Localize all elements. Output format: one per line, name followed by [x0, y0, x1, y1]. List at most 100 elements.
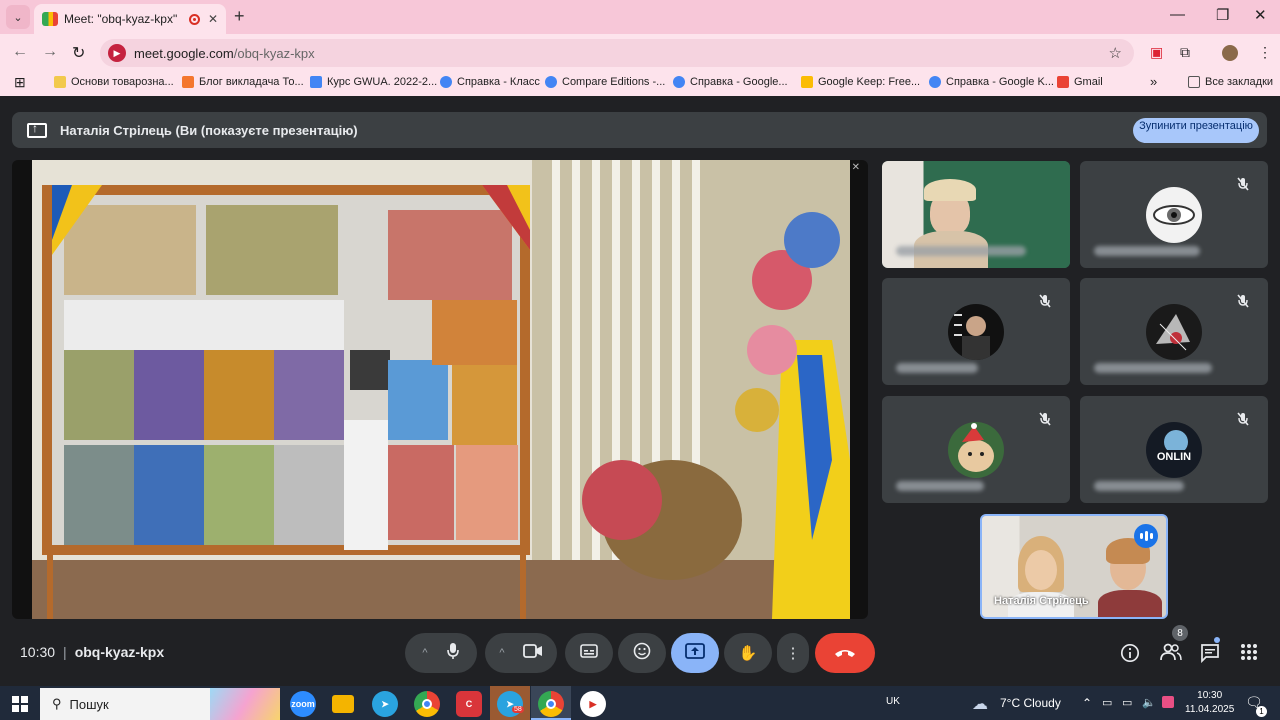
- bookmark-item[interactable]: Google Keep: Free...: [801, 76, 920, 88]
- bookmark-item[interactable]: Справка - Класс: [440, 76, 540, 88]
- reload-button[interactable]: ↻: [72, 43, 85, 63]
- presenting-text: Наталія Стрілець (Ви (показуєте презента…: [60, 122, 358, 138]
- bookmark-item[interactable]: Справка - Google K...: [929, 76, 1054, 88]
- captions-button[interactable]: [565, 633, 613, 673]
- site-info-icon[interactable]: ▶: [108, 44, 126, 62]
- muted-mic-icon: [1232, 290, 1254, 312]
- tab-search-button[interactable]: ⌄: [6, 5, 30, 29]
- chrome-icon[interactable]: [414, 691, 440, 717]
- bookmark-star-icon[interactable]: ☆: [1109, 44, 1122, 62]
- all-bookmarks-folder[interactable]: Все закладки: [1188, 76, 1273, 88]
- raise-hand-button[interactable]: ✋: [724, 633, 772, 673]
- tab-strip: ⌄ Meet: "obq-kyaz-kpx" ✕ + — ❐ ✕: [0, 0, 1280, 34]
- weather-text[interactable]: 7°C Cloudy: [1000, 696, 1061, 710]
- close-window-button[interactable]: ✕: [1254, 6, 1267, 24]
- profile-avatar[interactable]: [1222, 45, 1238, 61]
- hand-icon: ✋: [738, 645, 758, 662]
- extension-icon[interactable]: ▣: [1150, 44, 1163, 61]
- participant-tile[interactable]: [1080, 278, 1268, 385]
- menu-kebab-icon[interactable]: ⋮: [1258, 44, 1272, 61]
- tab-title: Meet: "obq-kyaz-kpx": [64, 12, 178, 26]
- tab-meet[interactable]: Meet: "obq-kyaz-kpx" ✕: [34, 4, 226, 34]
- telegram-unread-badge: 58: [512, 706, 524, 713]
- browser-toolbar: ← → ↻ ▶ meet.google.com /obq-kyaz-kpx ☆ …: [0, 34, 1280, 72]
- app-c-icon[interactable]: C: [456, 691, 482, 717]
- meeting-details-icon[interactable]: [1120, 643, 1140, 668]
- volume-icon[interactable]: 🔈: [1142, 696, 1156, 709]
- network-icon[interactable]: ▭: [1102, 696, 1112, 709]
- apps-grid-icon[interactable]: ⊞: [14, 74, 26, 91]
- participant-avatar: [948, 422, 1004, 478]
- url-path: /obq-kyaz-kpx: [233, 45, 315, 61]
- taskbar-time: 10:30: [1197, 690, 1223, 701]
- bookmark-item[interactable]: Курс GWUA. 2022-2...: [310, 76, 437, 88]
- taskbar-search-placeholder: Пошук: [69, 696, 109, 712]
- muted-mic-icon: [1232, 408, 1254, 430]
- telegram-icon[interactable]: ➤: [372, 691, 398, 717]
- language-indicator[interactable]: UK: [886, 696, 900, 707]
- search-icon: ⚲: [52, 696, 62, 711]
- close-preview-icon[interactable]: ✕: [852, 162, 860, 173]
- bookmarks-bar: ⊞ Основи товарозна... Блог викладача То.…: [0, 72, 1280, 96]
- video-options-chevron-icon[interactable]: ^: [499, 647, 504, 659]
- microphone-icon[interactable]: [446, 642, 460, 664]
- new-tab-button[interactable]: +: [234, 6, 245, 27]
- participant-avatar: [948, 304, 1004, 360]
- close-tab-icon[interactable]: ✕: [208, 12, 218, 26]
- telegram-running-icon[interactable]: ➤: [497, 691, 523, 717]
- meeting-time: 10:30: [20, 644, 56, 660]
- app-tray-icon[interactable]: [1162, 696, 1174, 708]
- more-bookmarks-icon[interactable]: »: [1150, 74, 1157, 89]
- bookmark-item[interactable]: Основи товарозна...: [54, 76, 174, 88]
- chat-icon[interactable]: [1200, 637, 1220, 668]
- participant-tile[interactable]: [882, 278, 1070, 385]
- participant-avatar: ONLIN: [1146, 422, 1202, 478]
- bookmark-item[interactable]: Блог викладача То...: [182, 76, 304, 88]
- activities-grid-icon[interactable]: [1240, 643, 1258, 666]
- recording-indicator-icon: [188, 13, 200, 25]
- stop-presenting-button[interactable]: Зупинити презентацію: [1133, 118, 1259, 143]
- media-player-icon[interactable]: ▶: [580, 691, 606, 717]
- address-bar[interactable]: ▶ meet.google.com /obq-kyaz-kpx ☆: [100, 39, 1134, 67]
- zoom-app-icon[interactable]: zoom: [290, 691, 316, 717]
- bookmark-item[interactable]: Compare Editions -...: [545, 76, 665, 88]
- participant-name-blurred: [1094, 363, 1212, 373]
- chrome-running-icon[interactable]: [538, 691, 564, 717]
- muted-mic-icon: [1232, 173, 1254, 195]
- taskbar-search-box[interactable]: ⚲ Пошук: [40, 688, 280, 720]
- participant-name-blurred: [1094, 246, 1200, 256]
- reactions-button[interactable]: [618, 633, 666, 673]
- display-icon[interactable]: ▭: [1122, 696, 1132, 709]
- captions-icon: [580, 644, 598, 662]
- speaking-indicator-icon: [1134, 524, 1158, 548]
- present-screen-button[interactable]: [671, 633, 719, 673]
- participant-tile[interactable]: ONLIN: [1080, 396, 1268, 503]
- back-button[interactable]: ←: [12, 43, 28, 61]
- audio-options-chevron-icon[interactable]: ^: [422, 647, 427, 659]
- tray-chevron-icon[interactable]: ⌃: [1082, 696, 1092, 710]
- forward-button[interactable]: →: [42, 43, 58, 61]
- participant-avatar: [1146, 304, 1202, 360]
- windows-start-icon[interactable]: [12, 696, 28, 712]
- extensions-puzzle-icon[interactable]: ⧉: [1180, 44, 1190, 61]
- camera-icon[interactable]: [522, 644, 543, 662]
- leave-call-button[interactable]: [815, 633, 875, 673]
- participant-tile-video[interactable]: [882, 161, 1070, 268]
- self-name-label: Наталія Стрілець: [994, 595, 1089, 607]
- maximize-button[interactable]: ❐: [1216, 6, 1229, 24]
- bookmark-item[interactable]: Gmail: [1057, 76, 1103, 88]
- participant-tile[interactable]: [882, 396, 1070, 503]
- bookmark-item[interactable]: Справка - Google...: [673, 76, 788, 88]
- people-icon[interactable]: [1160, 643, 1182, 666]
- meeting-code: obq-kyaz-kpx: [74, 644, 165, 660]
- hang-up-icon: [834, 645, 856, 662]
- taskbar-clock[interactable]: 10:30 11.04.2025: [1185, 689, 1234, 717]
- minimize-button[interactable]: —: [1170, 6, 1185, 23]
- file-explorer-icon[interactable]: [332, 695, 354, 713]
- participant-tile[interactable]: [1080, 161, 1268, 268]
- participant-name-blurred: [896, 481, 984, 491]
- self-view-tile[interactable]: Наталія Стрілець: [980, 514, 1168, 619]
- more-options-button[interactable]: ⋮: [777, 633, 809, 673]
- taskbar-date: 11.04.2025: [1185, 704, 1235, 715]
- participant-name-blurred: [896, 246, 1026, 256]
